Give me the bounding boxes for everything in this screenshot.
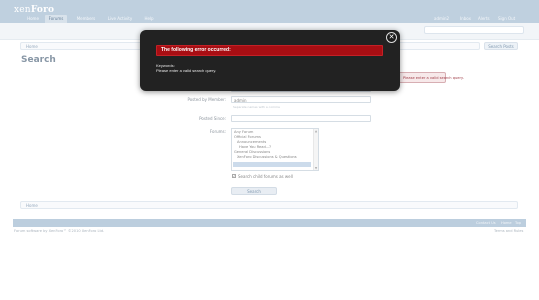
error-message: Please enter a valid search query.: [156, 68, 217, 73]
error-dialog: ✕ The following error occurred: Keywords…: [140, 30, 400, 91]
error-title: The following error occurred:: [161, 47, 231, 53]
close-icon[interactable]: ✕: [386, 32, 397, 43]
error-title-bar: The following error occurred:: [156, 45, 383, 56]
